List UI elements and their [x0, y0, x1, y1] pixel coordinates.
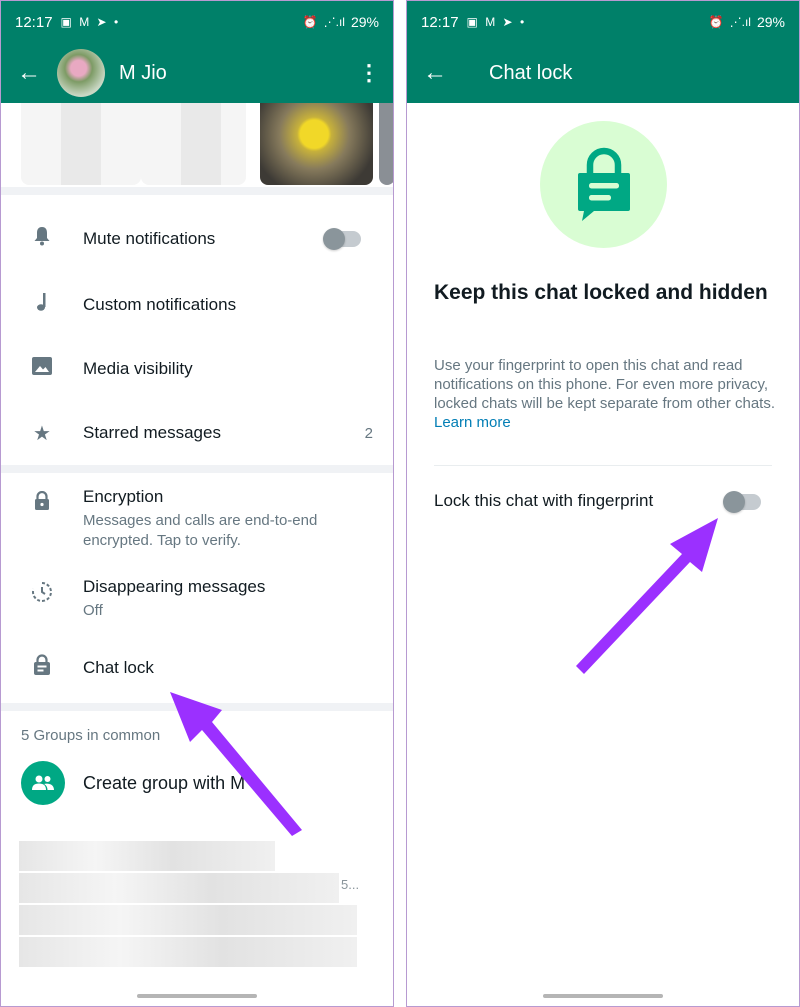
signal-icon: ⋰.ıl [729, 15, 751, 29]
more-options-icon[interactable]: ⋮ [345, 60, 393, 86]
status-bar: 12:17 ▣ M ➤ • ⏰ ⋰.ıl 29% [1, 1, 393, 43]
starred-count: 2 [364, 424, 373, 442]
signal-icon: ⋰.ıl [323, 15, 345, 29]
alarm-icon: ⏰ [302, 15, 318, 29]
media-visibility-row[interactable]: Media visibility [1, 337, 393, 401]
screen-gap [394, 0, 406, 1007]
media-thumbnail-document[interactable] [21, 103, 141, 185]
toggle-knob [323, 228, 345, 250]
chat-lock-screen: 12:17 ▣ M ➤ • ⏰ ⋰.ıl 29% ← Chat lock Kee… [406, 0, 800, 1007]
settings-list: Mute notifications Custom notifications … [1, 205, 393, 811]
section-divider [1, 703, 393, 711]
back-arrow-icon[interactable]: ← [407, 43, 463, 103]
disappearing-messages-status: Off [83, 602, 103, 619]
timer-icon [29, 581, 55, 609]
create-group-label: Create group with M [83, 772, 246, 793]
chat-lock-illustration [540, 121, 667, 248]
contact-info-screen: 12:17 ▣ M ➤ • ⏰ ⋰.ıl 29% ← M Jio ⋮ Mute … [0, 0, 394, 1007]
image-icon [29, 357, 55, 381]
section-divider [434, 465, 772, 466]
battery-level: 29% [756, 14, 785, 30]
status-time: 12:17 [15, 13, 53, 31]
page-title: Chat lock [489, 61, 573, 84]
music-note-icon [29, 292, 55, 318]
mute-notifications-label: Mute notifications [83, 229, 216, 248]
home-indicator[interactable] [543, 994, 663, 998]
lock-illustration-icon [577, 147, 630, 221]
disappearing-messages-label: Disappearing messages [83, 577, 266, 596]
notification-icons: ▣ M ➤ • [60, 15, 121, 29]
starred-messages-label: Starred messages [83, 423, 221, 442]
mute-toggle[interactable] [323, 228, 361, 250]
media-thumbnail-document[interactable] [141, 103, 246, 185]
notification-icons: ▣ M ➤ • [466, 15, 527, 29]
app-bar: ← Chat lock [407, 43, 799, 103]
group-icon [21, 761, 65, 805]
status-bar: 12:17 ▣ M ➤ • ⏰ ⋰.ıl 29% [407, 1, 799, 43]
home-indicator[interactable] [137, 994, 257, 998]
encryption-subtitle: Messages and calls are end-to-end encryp… [83, 512, 318, 549]
blurred-group-name [19, 905, 357, 935]
battery-level: 29% [350, 14, 379, 30]
chat-lock-heading: Keep this chat locked and hidden [434, 281, 768, 304]
starred-messages-row[interactable]: ★ Starred messages 2 [1, 401, 393, 465]
media-thumbnail-photo[interactable] [379, 103, 393, 185]
chat-lock-description-text: Use your fingerprint to open this chat a… [434, 357, 776, 412]
blurred-group-tail: 5... [341, 877, 360, 892]
learn-more-link[interactable]: Learn more [434, 414, 511, 431]
alarm-icon: ⏰ [708, 15, 724, 29]
back-arrow-icon[interactable]: ← [1, 43, 57, 103]
star-icon: ★ [33, 422, 51, 445]
lock-icon [29, 490, 55, 517]
toggle-knob [723, 491, 745, 513]
avatar[interactable] [57, 49, 105, 97]
groups-in-common-heading: 5 Groups in common [21, 727, 161, 744]
lock-with-fingerprint-label: Lock this chat with fingerprint [434, 491, 654, 510]
app-bar: ← M Jio ⋮ [1, 43, 393, 103]
blurred-group-name [19, 841, 275, 871]
status-time: 12:17 [421, 13, 459, 31]
section-divider [1, 465, 393, 473]
media-thumbnail-photo[interactable] [260, 103, 373, 185]
disappearing-messages-row[interactable]: Disappearing messages Off [1, 563, 393, 633]
media-visibility-label: Media visibility [83, 359, 193, 378]
encryption-row[interactable]: Encryption Messages and calls are end-to… [1, 473, 393, 563]
mute-notifications-row[interactable]: Mute notifications [1, 205, 393, 273]
chat-lock-row[interactable]: Chat lock [1, 633, 393, 703]
contact-name: M Jio [119, 61, 167, 84]
chat-lock-description: Use your fingerprint to open this chat a… [434, 356, 779, 432]
media-strip [1, 103, 393, 195]
fingerprint-lock-toggle[interactable] [723, 491, 761, 513]
chat-lock-label: Chat lock [83, 658, 154, 677]
create-group-row[interactable]: Create group with M [1, 755, 393, 811]
blurred-group-members [19, 937, 357, 967]
bell-icon [29, 226, 55, 252]
blurred-group-members [19, 873, 339, 903]
chat-lock-icon [29, 654, 55, 682]
encryption-label: Encryption [83, 487, 164, 506]
custom-notifications-row[interactable]: Custom notifications [1, 273, 393, 337]
custom-notifications-label: Custom notifications [83, 295, 237, 314]
